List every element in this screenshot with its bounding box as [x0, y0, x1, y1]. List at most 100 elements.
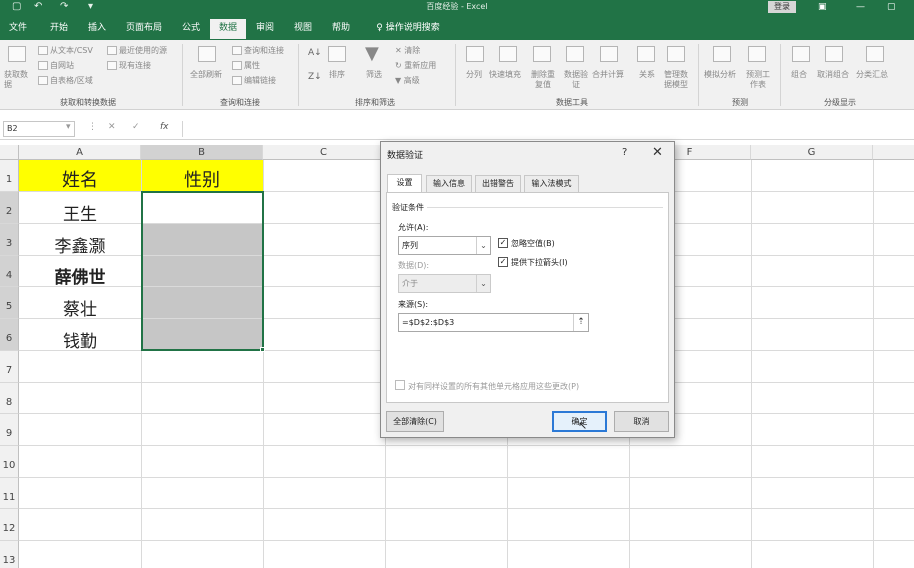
row-header[interactable]: 6: [0, 319, 19, 351]
tab-help[interactable]: 帮助: [326, 19, 356, 39]
tab-home[interactable]: 开始: [44, 19, 74, 39]
help-icon[interactable]: ?: [622, 147, 627, 158]
allow-select[interactable]: 序列 ⌄: [398, 236, 491, 255]
sort-button[interactable]: 排序: [329, 70, 345, 80]
tab-settings[interactable]: 设置: [387, 174, 422, 192]
from-table-button[interactable]: 自表格/区域: [50, 76, 93, 86]
cell-a5[interactable]: 蔡壮: [19, 292, 141, 322]
recent-sources-button[interactable]: 最近使用的源: [119, 46, 167, 56]
row-header[interactable]: 9: [0, 414, 19, 446]
relationships-icon: [637, 46, 655, 62]
column-header-g[interactable]: G: [751, 145, 873, 160]
advanced-filter-button[interactable]: ▼ 高级: [395, 76, 420, 86]
refresh-all-button[interactable]: 全部刷新: [190, 70, 222, 80]
consolidate-button[interactable]: 合并计算: [592, 70, 624, 80]
in-cell-dropdown-checkbox[interactable]: ✓: [498, 257, 508, 267]
enter-icon[interactable]: ✓: [132, 122, 140, 132]
forecast-sheet-button[interactable]: 预测工作表: [745, 70, 771, 90]
cell-a4[interactable]: 薛佛世: [19, 260, 141, 290]
section-label: 验证条件: [392, 203, 424, 212]
name-box[interactable]: B2: [3, 121, 75, 137]
select-all-corner[interactable]: [0, 145, 19, 160]
row-header[interactable]: 3: [0, 224, 19, 256]
queries-connections-button[interactable]: 查询和连接: [244, 46, 284, 56]
filter-button[interactable]: 筛选: [366, 70, 382, 80]
cell-a2[interactable]: 王生: [19, 197, 141, 227]
formula-input[interactable]: [182, 121, 912, 137]
remove-duplicates-button[interactable]: 删除重复值: [530, 70, 556, 90]
maximize-icon[interactable]: ▢: [887, 0, 896, 14]
ribbon-display-icon[interactable]: ▣: [818, 0, 827, 14]
row-header[interactable]: 13: [0, 541, 19, 568]
collapse-dialog-icon[interactable]: ⇡: [573, 314, 588, 331]
from-web-button[interactable]: 自网站: [50, 61, 74, 71]
row-header[interactable]: 12: [0, 509, 19, 541]
source-input[interactable]: =$D$2:$D$3: [398, 313, 589, 332]
dialog-title: 数据验证: [387, 151, 424, 161]
subtotal-button[interactable]: 分类汇总: [856, 70, 888, 80]
row-header[interactable]: 1: [0, 160, 19, 192]
cancel-button[interactable]: 取消: [614, 411, 669, 432]
get-data-button[interactable]: 获取数据: [4, 70, 34, 90]
sort-za-icon[interactable]: Z↓: [308, 72, 322, 82]
tab-ime-mode[interactable]: 输入法模式: [524, 175, 579, 192]
row-header[interactable]: 7: [0, 351, 19, 383]
tab-file[interactable]: 文件: [3, 19, 33, 39]
tab-page-layout[interactable]: 页面布局: [120, 19, 168, 39]
clear-filter-button[interactable]: ✕ 清除: [395, 46, 420, 56]
clear-all-button[interactable]: 全部清除(C): [386, 411, 444, 432]
row-header[interactable]: 4: [0, 256, 19, 287]
what-if-button[interactable]: 模拟分析: [704, 70, 736, 80]
tab-view[interactable]: 视图: [288, 19, 318, 39]
data-label: 数据(D):: [398, 261, 430, 270]
from-text-csv-button[interactable]: 从文本/CSV: [50, 46, 93, 56]
ribbon-separator: [298, 44, 299, 106]
data-value: 介于: [402, 279, 418, 288]
cell-a3[interactable]: 李鑫灏: [19, 229, 141, 259]
sort-az-icon[interactable]: A↓: [308, 48, 322, 58]
column-header-b[interactable]: B: [141, 145, 263, 160]
ribbon-separator: [780, 44, 781, 106]
manage-data-model-button[interactable]: 管理数据模型: [661, 70, 691, 90]
minimize-icon[interactable]: —: [856, 0, 865, 14]
close-icon[interactable]: ✕: [652, 145, 663, 160]
row-header[interactable]: 10: [0, 446, 19, 478]
row-header[interactable]: 11: [0, 478, 19, 509]
name-box-dropdown-icon[interactable]: ▾: [66, 122, 71, 132]
row-header[interactable]: 2: [0, 192, 19, 224]
reapply-button[interactable]: ↻ 重新应用: [395, 61, 436, 71]
cell-a1[interactable]: 姓名: [19, 164, 141, 194]
text-to-columns-button[interactable]: 分列: [466, 70, 482, 80]
signin-button[interactable]: 登录: [768, 1, 796, 13]
fill-handle[interactable]: [260, 347, 265, 352]
tab-review[interactable]: 审阅: [250, 19, 280, 39]
ungroup-button[interactable]: 取消组合: [817, 70, 849, 80]
apply-all-checkbox[interactable]: [395, 380, 405, 390]
group-button[interactable]: 组合: [791, 70, 807, 80]
title-bar: ▢ ↶ ↷ ▾ 百度经验 - Excel 登录 ▣ — ▢: [0, 0, 914, 15]
edit-links-button[interactable]: 编辑链接: [244, 76, 276, 86]
column-header-a[interactable]: A: [19, 145, 141, 160]
cancel-icon[interactable]: ✕: [108, 122, 116, 132]
row-header[interactable]: 8: [0, 383, 19, 414]
filter-icon: ▼: [365, 43, 379, 64]
relationships-button[interactable]: 关系: [639, 70, 655, 80]
tab-error-alert[interactable]: 出错警告: [475, 175, 521, 192]
tab-insert[interactable]: 插入: [82, 19, 112, 39]
column-header-c[interactable]: C: [263, 145, 385, 160]
tab-data[interactable]: 数据: [210, 19, 246, 39]
properties-button[interactable]: 属性: [244, 61, 260, 71]
tab-formulas[interactable]: 公式: [176, 19, 206, 39]
flash-fill-button[interactable]: 快速填充: [489, 70, 521, 80]
data-validation-button[interactable]: 数据验证: [562, 70, 590, 90]
tab-input-message[interactable]: 输入信息: [426, 175, 472, 192]
cell-a6[interactable]: 钱勤: [19, 324, 141, 354]
column-header-h[interactable]: [873, 145, 914, 160]
tell-me-search[interactable]: ♀ 操作说明搜索: [366, 19, 450, 39]
existing-connections-button[interactable]: 现有连接: [119, 61, 151, 71]
cell-b1[interactable]: 性别: [141, 164, 263, 194]
row-header[interactable]: 5: [0, 287, 19, 319]
group-label-queries: 查询和连接: [220, 98, 260, 107]
ignore-blank-checkbox[interactable]: ✓: [498, 238, 508, 248]
insert-function-icon[interactable]: fx: [160, 122, 169, 132]
